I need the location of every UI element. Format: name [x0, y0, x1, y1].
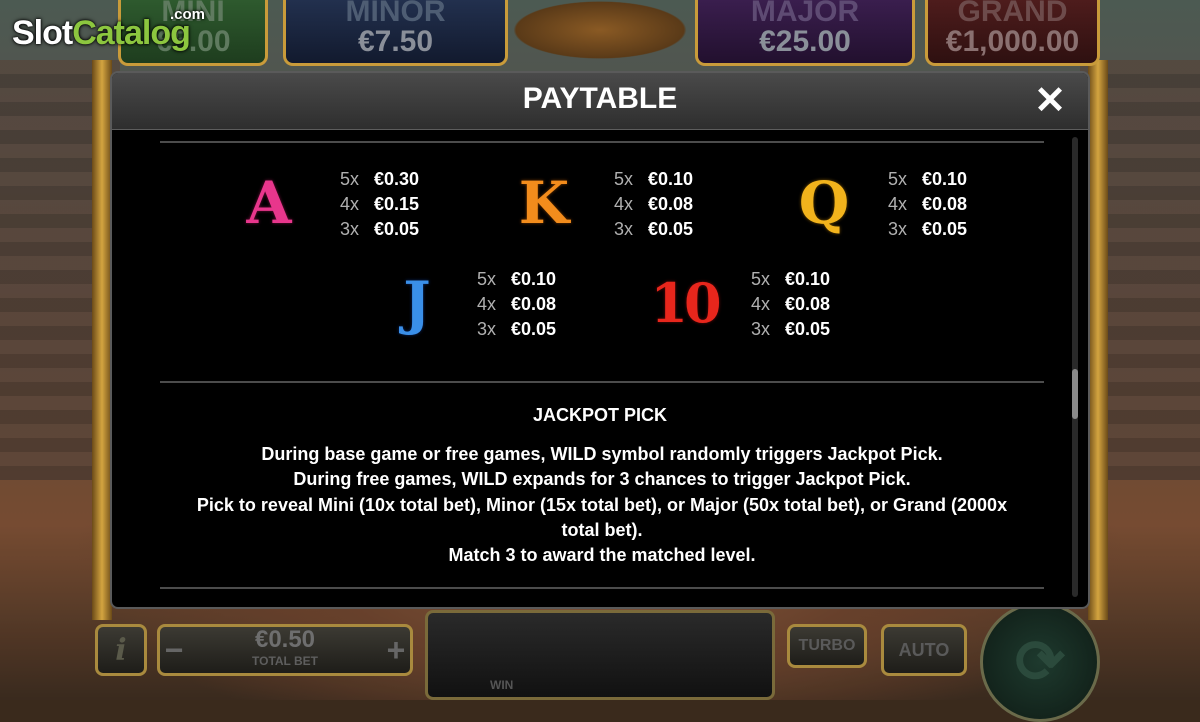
paytable-row: 5x €0.10: [888, 167, 967, 193]
paytable-modal: PAYTABLE ✕ A 5x €0.30 4x €0.15 3x €0.05 K 5…: [110, 71, 1090, 609]
symbol-10-icon: 10: [650, 271, 721, 335]
jackpot-major: MAJOR €25.00: [695, 0, 915, 66]
section-divider: [160, 141, 1044, 143]
spin-button[interactable]: ⟳: [980, 602, 1100, 722]
modal-title: PAYTABLE: [522, 82, 678, 115]
total-bet-label: TOTAL BET: [252, 654, 318, 668]
symbol-a-icon: A: [246, 169, 292, 237]
win-label: WIN: [490, 678, 514, 692]
paytable-row: 4x €0.15: [340, 192, 419, 218]
win-display: [425, 610, 775, 700]
jackpot-pick-line: total bet).: [561, 520, 643, 540]
pay-value: €0.05: [648, 219, 694, 239]
pay-value: €0.15: [374, 194, 420, 214]
pay-multiplier: 3x: [888, 219, 908, 239]
jackpot-value: €25.00: [759, 25, 851, 58]
symbol-k-icon: K: [518, 169, 570, 237]
reel-frame-right: [1088, 60, 1108, 620]
jackpot-pick-line: Pick to reveal Mini (10x total bet), Min…: [196, 495, 1008, 515]
pay-multiplier: 4x: [614, 194, 634, 214]
pay-multiplier: 4x: [751, 294, 771, 314]
jackpot-minor: MINOR €7.50: [283, 0, 508, 66]
pay-value: €0.10: [648, 169, 694, 189]
pay-multiplier: 5x: [477, 269, 497, 289]
symbol-q-icon: Q: [798, 169, 850, 237]
paytable-row: 4x €0.08: [477, 292, 556, 318]
jackpot-pick-title: JACKPOT PICK: [532, 405, 667, 425]
pay-multiplier: 5x: [340, 169, 360, 189]
jackpot-grand: GRAND €1,000.00: [925, 0, 1100, 66]
slotcatalog-logo: SlotCatalog .com: [12, 6, 205, 53]
paytable-row: 3x €0.05: [751, 317, 830, 343]
paytable-row: 5x €0.10: [614, 167, 693, 193]
pay-value: €0.05: [511, 319, 557, 339]
pay-value: €0.05: [374, 219, 420, 239]
jackpot-name: GRAND: [957, 0, 1068, 28]
jackpot-pick-line: During base game or free games, WILD sym…: [261, 444, 943, 464]
jackpot-pick-line: During free games, WILD expands for 3 ch…: [293, 469, 911, 489]
jackpot-value: €1,000.00: [945, 25, 1080, 58]
section-divider: [160, 381, 1044, 383]
info-button[interactable]: i: [95, 624, 147, 676]
paytable-row: 5x €0.10: [751, 267, 830, 293]
reel-frame-left: [92, 60, 112, 620]
scrollbar-track[interactable]: [1072, 137, 1078, 597]
pay-value: €0.10: [785, 269, 831, 289]
jackpot-name: MINOR: [345, 0, 446, 28]
pay-multiplier: 5x: [614, 169, 634, 189]
pay-value: €0.05: [785, 319, 831, 339]
paytable-row: 5x €0.10: [477, 267, 556, 293]
paytable-row: 3x €0.05: [888, 217, 967, 243]
pay-multiplier: 3x: [614, 219, 634, 239]
pay-value: €0.08: [922, 194, 968, 214]
scrollbar-thumb[interactable]: [1072, 369, 1078, 419]
paytable-row: 4x €0.08: [888, 192, 967, 218]
rose-basket-decoration: [480, 0, 720, 70]
pay-value: €0.08: [785, 294, 831, 314]
jackpot-value: €7.50: [357, 25, 434, 58]
bet-increase-button[interactable]: +: [381, 626, 411, 674]
jackpot-name: MAJOR: [750, 0, 860, 28]
pay-multiplier: 4x: [340, 194, 360, 214]
control-bar: i − €0.50 TOTAL BET + TURBO AUTO ⟳: [95, 602, 1105, 722]
symbol-j-icon: J: [403, 269, 431, 337]
paytable-row: 3x €0.05: [340, 217, 419, 243]
close-icon[interactable]: ✕: [1030, 81, 1070, 121]
jackpot-pick-line: Match 3 to award the matched level.: [448, 545, 756, 565]
paytable-row: 4x €0.08: [751, 292, 830, 318]
logo-text-slot: Slot: [12, 14, 73, 52]
turbo-button[interactable]: TURBO: [787, 624, 867, 668]
pay-multiplier: 3x: [477, 319, 497, 339]
paytable-row: 5x €0.30: [340, 167, 419, 193]
autoplay-button[interactable]: AUTO: [881, 624, 967, 676]
bet-decrease-button[interactable]: −: [159, 626, 189, 674]
pay-multiplier: 3x: [340, 219, 360, 239]
pay-multiplier: 4x: [477, 294, 497, 314]
modal-header: PAYTABLE ✕: [112, 73, 1088, 130]
paytable-row: 3x €0.05: [614, 217, 693, 243]
section-divider: [160, 587, 1044, 589]
pay-value: €0.05: [922, 219, 968, 239]
pay-multiplier: 4x: [888, 194, 908, 214]
pay-value: €0.30: [374, 169, 420, 189]
pay-multiplier: 3x: [751, 319, 771, 339]
pay-value: €0.08: [511, 294, 557, 314]
total-bet-value: €0.50: [254, 626, 316, 653]
pay-multiplier: 5x: [751, 269, 771, 289]
paytable-row: 3x €0.05: [477, 317, 556, 343]
paytable-row: 4x €0.08: [614, 192, 693, 218]
pay-value: €0.08: [648, 194, 694, 214]
pay-value: €0.10: [922, 169, 968, 189]
pay-value: €0.10: [511, 269, 557, 289]
logo-text-com: .com: [170, 6, 206, 23]
pay-multiplier: 5x: [888, 169, 908, 189]
